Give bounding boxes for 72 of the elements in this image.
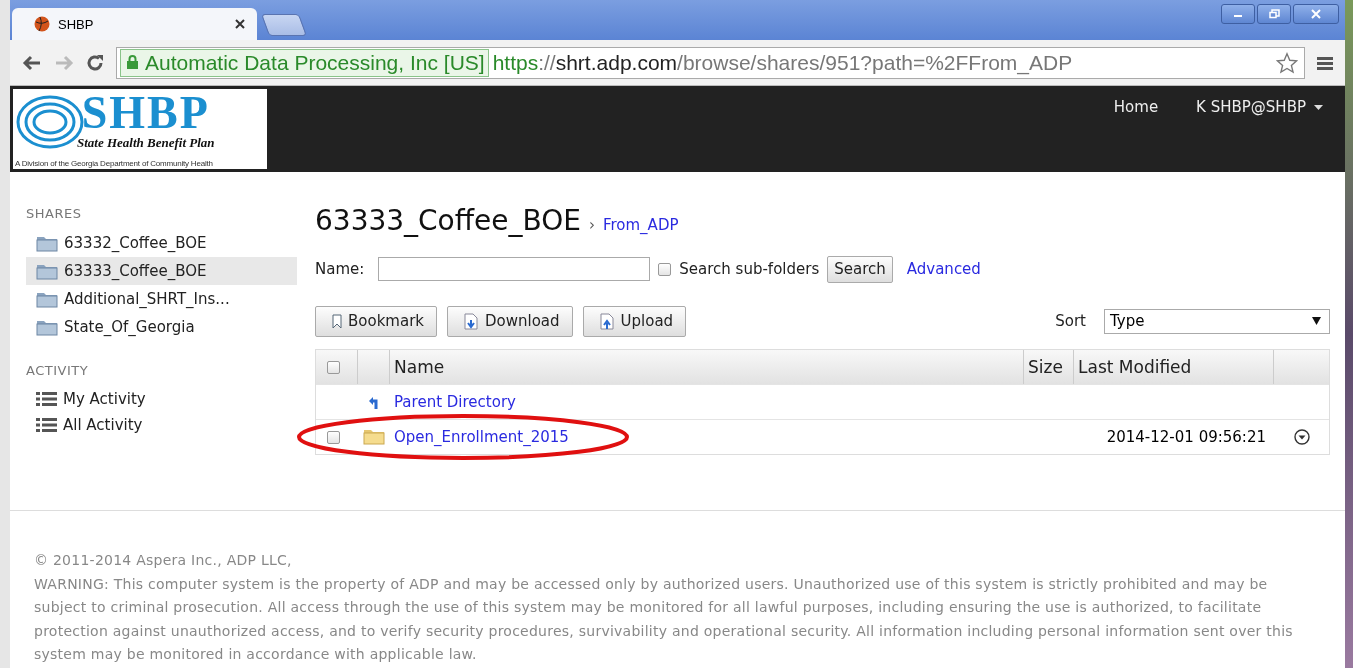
header-cell <box>1274 350 1329 384</box>
action-button[interactable]: Upload <box>582 305 687 337</box>
table-row[interactable]: Parent Directory <box>316 384 1329 419</box>
sidebar-item[interactable]: 63333_Coffee_BOE <box>26 257 297 285</box>
dropdown-arrow-icon <box>1312 317 1321 325</box>
star-icon[interactable] <box>1276 51 1298 74</box>
folder-icon <box>36 262 58 280</box>
section-heading: ACTIVITY <box>26 363 90 378</box>
padlock-icon <box>126 55 139 70</box>
logo[interactable]: SHBP State Health Benefit Plan A Division of the Georgia Department of Community Health <box>13 89 267 169</box>
ball-icon <box>34 16 50 32</box>
column-header[interactable]: Last Modified <box>1074 350 1274 384</box>
search-button[interactable]: Search <box>827 255 893 283</box>
new-tab-button[interactable] <box>261 14 307 36</box>
document-up-arrow-icon <box>599 312 615 330</box>
subfolders-label: Search sub-folders <box>679 260 820 278</box>
back-arrow-icon[interactable] <box>22 54 42 71</box>
row-checkbox[interactable] <box>327 430 340 444</box>
folder-title: 63333_Coffee_BOE <box>315 204 581 237</box>
caret-icon <box>1314 105 1323 110</box>
up-arrow-icon <box>369 395 379 409</box>
logo-name: State Health Benefit Plan <box>77 135 215 151</box>
sidebar-item[interactable]: 63332_Coffee_BOE <box>26 229 297 257</box>
column-header[interactable]: Size <box>1024 350 1074 384</box>
modified-date: 2014-12-01 09:56:21 <box>1106 428 1266 446</box>
section-heading: SHARES <box>26 206 83 221</box>
dropdown-circle-icon[interactable] <box>1293 429 1310 445</box>
menu-icon[interactable] <box>1317 54 1333 71</box>
breadcrumb-link[interactable]: From_ADP <box>602 216 679 234</box>
folder-icon <box>36 318 58 336</box>
tab-title: SHBP <box>58 16 95 32</box>
list-icon <box>36 391 57 407</box>
logo-brand: SHBP <box>81 91 210 135</box>
sidebar-item[interactable]: All Activity <box>26 412 297 438</box>
copyright-text: © 2011-2014 Aspera Inc., ADP LLC, <box>34 551 293 570</box>
column-header[interactable]: Name <box>390 350 1024 384</box>
list-icon <box>36 417 57 433</box>
subfolders-checkbox[interactable] <box>658 262 672 276</box>
browser-tab[interactable]: SHBP <box>12 8 257 40</box>
address-bar[interactable]: Automatic Data Processing, Inc [US] https://shrt.adp.com/browse/shares/951?path=%2FFrom_ADP <box>116 46 1305 79</box>
breadcrumb-separator: › <box>588 216 595 234</box>
nav-link[interactable]: Home <box>1113 98 1159 118</box>
advanced-link[interactable]: Advanced <box>906 260 981 278</box>
sidebar-item[interactable]: My Activity <box>26 386 297 412</box>
sort-dropdown[interactable]: Type <box>1104 308 1330 334</box>
close-icon <box>1311 9 1321 19</box>
warning-text: WARNING: This computer system is the property of ADP and may be accessed only by authorized users. Unauthorized use of this system is strictly prohibited and may be subject to criminal prosecution. All access through the use of this system may be monitored for all lawful purposes, including ensuring the use is authorized, to facilitate protection against unauthorized access, and to verify security procedures, survivability and operational security. All information including personal information sent over this system may be monitored in accordance with applicable law. <box>34 574 1294 664</box>
item-link[interactable]: Parent Directory <box>394 393 516 411</box>
restore-button[interactable] <box>1257 4 1291 24</box>
folder-icon <box>363 429 385 445</box>
logo-tagline: A Division of the Georgia Department of Community Health <box>15 159 213 168</box>
sidebar-item[interactable]: Additional_SHRT_Ins... <box>26 285 297 313</box>
document-down-arrow-icon <box>464 312 479 330</box>
url-text: https://shrt.adp.com/browse/shares/951?path=%2FFrom_ADP <box>492 50 1074 75</box>
name-label: Name: <box>315 260 365 278</box>
action-button[interactable]: Bookmark <box>315 305 437 337</box>
table-row[interactable]: Open_Enrollment_2015 2014-12-01 09:56:21 <box>316 419 1329 454</box>
close-icon[interactable] <box>235 19 245 29</box>
folder-icon <box>36 234 58 252</box>
action-button[interactable]: Download <box>447 305 573 337</box>
reload-icon[interactable] <box>86 53 104 72</box>
select-all-checkbox[interactable] <box>327 360 340 374</box>
folder-icon <box>36 290 58 308</box>
bookmark-icon <box>332 313 342 329</box>
name-input-field[interactable] <box>378 257 651 281</box>
restore-icon <box>1268 9 1280 19</box>
sidebar-item[interactable]: State_Of_Georgia <box>26 313 297 341</box>
user-menu[interactable]: K SHBP@SHBP <box>1196 98 1323 118</box>
sort-label: Sort <box>1055 312 1086 330</box>
minimize-button[interactable] <box>1221 4 1255 24</box>
close-button[interactable] <box>1293 4 1339 24</box>
identity-text: Automatic Data Processing, Inc [US] <box>145 50 485 75</box>
